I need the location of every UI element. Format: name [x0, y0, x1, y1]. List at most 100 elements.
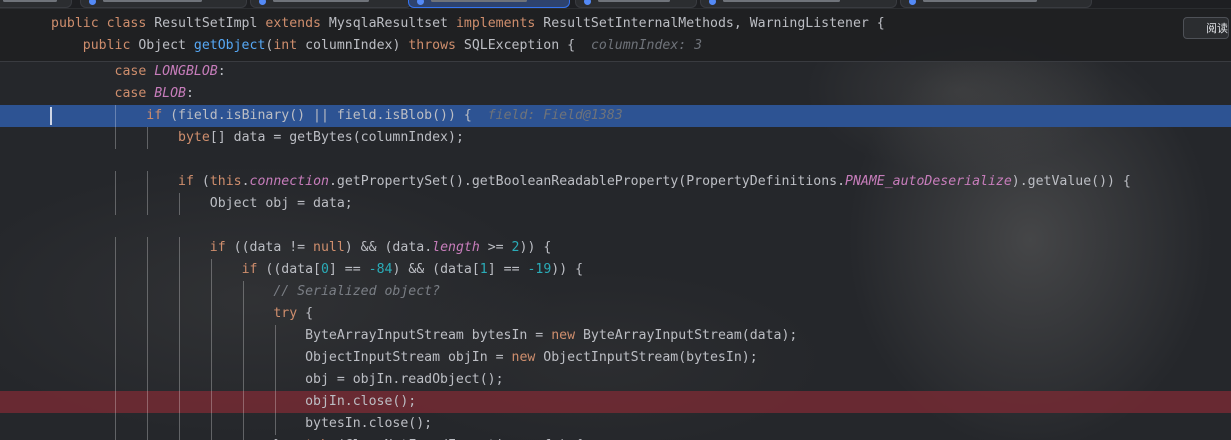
- code-token: :: [217, 64, 226, 79]
- code-text: public Object getObject(int columnIndex)…: [51, 35, 702, 57]
- code-token: ByteArrayInputStream(data);: [582, 328, 798, 343]
- indent-guide: [211, 325, 212, 347]
- code-line[interactable]: case BLOB:: [0, 83, 1231, 105]
- code-text: ByteArrayInputStream bytesIn = new ByteA…: [51, 325, 797, 347]
- code-line[interactable]: if (this.connection.getPropertySet().get…: [0, 171, 1231, 193]
- code-line[interactable]: ObjectInputStream objIn = new ObjectInpu…: [0, 347, 1231, 369]
- indent-guide: [147, 303, 148, 325]
- editor-tab[interactable]: [900, 0, 1092, 8]
- tab-label: [273, 0, 369, 2]
- code-line[interactable]: if ((data[0] == -84) && (data[1] == -19)…: [0, 259, 1231, 281]
- editor-tab[interactable]: [0, 0, 72, 8]
- code-token: ) && (data[: [392, 262, 480, 277]
- indent-guide: [115, 391, 116, 413]
- indent-guide: [179, 237, 180, 259]
- code-token: ((data !=: [233, 240, 314, 255]
- code-token: )) {: [551, 262, 584, 277]
- code-token: if: [178, 174, 202, 189]
- code-line[interactable]: try {: [0, 303, 1231, 325]
- code-token: :: [186, 86, 194, 101]
- code-line[interactable]: bytesIn.close();: [0, 413, 1231, 435]
- editor-tab[interactable]: [700, 0, 897, 8]
- code-token: obj = objIn.readObject();: [51, 372, 504, 387]
- code-text: byte[] data = getBytes(columnIndex);: [51, 127, 464, 149]
- code-line[interactable]: case LONGBLOB:: [0, 61, 1231, 83]
- code-token: .getPropertySet().getBooleanReadableProp…: [328, 174, 846, 189]
- indent-guide: [243, 391, 244, 413]
- code-text: case LONGBLOB:: [51, 61, 226, 83]
- tab-label: [598, 0, 670, 2]
- code-line[interactable]: byte[] data = getBytes(columnIndex);: [0, 127, 1231, 149]
- code-line[interactable]: } catch (ClassNotFoundException cnfe) {: [0, 435, 1231, 440]
- indent-guide: [147, 281, 148, 303]
- code-token: try: [273, 306, 306, 321]
- file-type-icon: [909, 0, 916, 5]
- reader-mode-button[interactable]: 阅读: [1183, 17, 1229, 39]
- inlay-hint: field: Field@1383: [487, 108, 623, 123]
- editor-tab[interactable]: [408, 0, 570, 8]
- indent-guide: [211, 369, 212, 391]
- code-text: obj = objIn.readObject();: [51, 369, 504, 391]
- code-token: ).getValue()) {: [1011, 174, 1131, 189]
- indent-guide: [147, 325, 148, 347]
- editor-tab[interactable]: [80, 0, 247, 8]
- code-token: (: [201, 174, 210, 189]
- code-token: -84: [368, 262, 393, 277]
- code-token: null: [313, 240, 345, 255]
- indent-guide: [147, 369, 148, 391]
- indent-guide: [243, 347, 244, 369]
- editor-tab[interactable]: [575, 0, 697, 8]
- file-type-icon: [89, 0, 96, 5]
- code-token: -19: [527, 262, 552, 277]
- indent-guide: [115, 127, 116, 149]
- current-execution-line[interactable]: if (field.isBinary() || field.isBlob()) …: [0, 105, 1231, 127]
- code-token: int: [273, 38, 306, 53]
- code-line[interactable]: ByteArrayInputStream bytesIn = new ByteA…: [0, 325, 1231, 347]
- indent-guide: [179, 369, 180, 391]
- code-token: if: [209, 240, 234, 255]
- indent-guide: [179, 435, 180, 440]
- indent-guide: [243, 325, 244, 347]
- code-line[interactable]: [0, 149, 1231, 171]
- breakpoint-line[interactable]: objIn.close();: [0, 391, 1231, 413]
- tab-label: [431, 0, 527, 2]
- indent-guide: [147, 127, 148, 149]
- code-token: this: [209, 174, 242, 189]
- code-token: )) {: [519, 240, 552, 255]
- code-token: ResultSetImpl: [154, 16, 266, 31]
- sticky-code-line[interactable]: public class ResultSetImpl extends Mysql…: [0, 13, 1231, 35]
- code-token: 2: [511, 240, 520, 255]
- indent-guide: [179, 325, 180, 347]
- indent-guide: [147, 259, 148, 281]
- indent-guide: [179, 391, 180, 413]
- code-token: extends: [265, 16, 329, 31]
- editor-tab-bar: [0, 0, 1231, 9]
- indent-guide: [147, 347, 148, 369]
- file-type-icon: [584, 0, 591, 5]
- file-type-icon: [417, 0, 424, 5]
- indent-guide: [243, 369, 244, 391]
- code-token: ] ==: [328, 262, 369, 277]
- editor-tab[interactable]: [250, 0, 412, 8]
- code-line[interactable]: if ((data != null) && (data.length >= 2)…: [0, 237, 1231, 259]
- code-line[interactable]: obj = objIn.readObject();: [0, 369, 1231, 391]
- code-token: throws: [408, 38, 464, 53]
- indent-guide: [115, 237, 116, 259]
- tab-label: [3, 0, 57, 2]
- code-token: LONGBLOB: [154, 64, 218, 79]
- code-editor[interactable]: case LONGBLOB: case BLOB: if (field.isBi…: [0, 0, 1231, 440]
- code-line[interactable]: Object obj = data;: [0, 193, 1231, 215]
- code-line[interactable]: [0, 215, 1231, 237]
- code-token: new: [551, 328, 583, 343]
- code-text: Object obj = data;: [51, 193, 353, 215]
- indent-guide: [147, 435, 148, 440]
- tab-label: [923, 0, 1037, 2]
- code-line[interactable]: // Serialized object?: [0, 281, 1231, 303]
- code-text: objIn.close();: [51, 391, 416, 413]
- sticky-code-line[interactable]: public Object getObject(int columnIndex)…: [0, 35, 1231, 57]
- code-token: if: [241, 262, 266, 277]
- code-token: public class: [51, 16, 155, 31]
